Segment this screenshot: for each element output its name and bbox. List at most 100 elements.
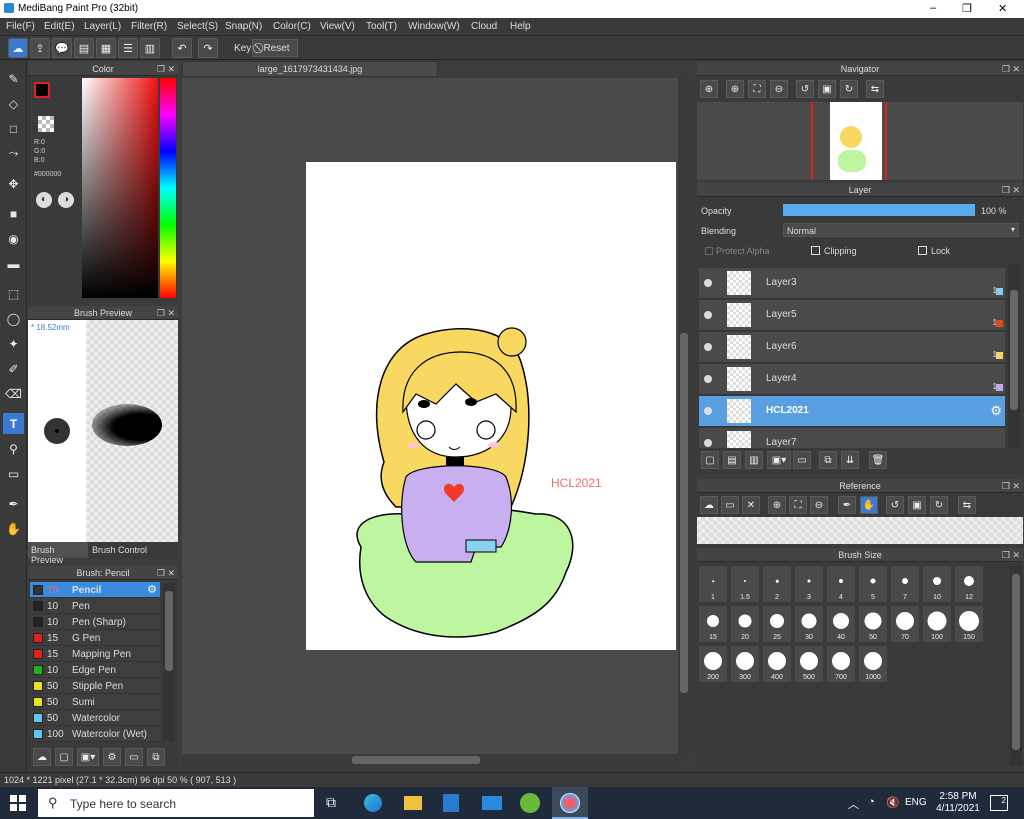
operation-tool-icon[interactable]: ⚲ bbox=[3, 438, 24, 459]
tab-brush-control[interactable]: Brush Control bbox=[92, 545, 147, 555]
brush-list-item[interactable]: 10 Pen bbox=[30, 598, 160, 614]
close-icon[interactable]: ✕ bbox=[742, 496, 760, 514]
palette-icon[interactable]: ◐ bbox=[36, 192, 52, 208]
brush-list-item[interactable]: 50 Sumi bbox=[30, 694, 160, 710]
add-brush-icon[interactable]: ▣▾ bbox=[77, 748, 99, 766]
move-tool-icon[interactable]: ✥ bbox=[3, 173, 24, 194]
brush-size-cell[interactable]: 3 bbox=[794, 565, 824, 603]
clock[interactable]: 2:58 PM 4/11/2021 bbox=[934, 791, 982, 815]
menu-file[interactable]: File(F) bbox=[6, 21, 35, 32]
volume-muted-icon[interactable]: 🔇 bbox=[886, 796, 900, 809]
canvas-paper[interactable]: HCL2021 bbox=[306, 162, 676, 650]
visibility-eye-icon[interactable] bbox=[704, 375, 712, 383]
menu-snap[interactable]: Snap(N) bbox=[225, 21, 262, 32]
duplicate-layer-icon[interactable]: ⧉ bbox=[819, 451, 837, 469]
open-folder-icon[interactable]: ▭ bbox=[721, 496, 739, 514]
zoom-in-icon[interactable]: ⊕ bbox=[700, 80, 718, 98]
eyedropper-icon[interactable]: ✒ bbox=[838, 496, 856, 514]
comment-icon[interactable]: ▤ bbox=[74, 38, 94, 58]
file-explorer-icon[interactable] bbox=[404, 796, 422, 810]
scroll-thumb[interactable] bbox=[352, 756, 480, 764]
maximize-button[interactable]: ❐ bbox=[962, 2, 972, 15]
network-icon[interactable]: ◔ bbox=[868, 796, 875, 808]
cloud-icon[interactable]: ☁ bbox=[700, 496, 718, 514]
hand-tool-icon[interactable]: ✋ bbox=[3, 518, 24, 539]
menu-edit[interactable]: Edit(E) bbox=[44, 21, 75, 32]
brush-size-cell[interactable]: 7 bbox=[890, 565, 920, 603]
edge-icon[interactable] bbox=[364, 794, 382, 812]
fit-icon[interactable]: ⛶ bbox=[748, 80, 766, 98]
brush-size-cell[interactable]: 30 bbox=[794, 605, 824, 643]
gear-icon[interactable]: ⚙ bbox=[990, 403, 1002, 419]
brush-list-scrollbar[interactable] bbox=[163, 583, 175, 741]
brush-settings-icon[interactable]: ⚙ bbox=[103, 748, 121, 766]
zoom-out-icon[interactable]: ⊖ bbox=[810, 496, 828, 514]
duplicate-icon[interactable]: ⧉ bbox=[147, 748, 165, 766]
brush-size-cell[interactable]: 150 bbox=[954, 605, 984, 643]
add-layer-menu-icon[interactable]: ▣▾ bbox=[767, 451, 791, 469]
layer-row[interactable]: HCL2021 ⚙ bbox=[699, 396, 1005, 427]
reset-view-icon[interactable]: ▣ bbox=[908, 496, 926, 514]
undo-icon[interactable]: ↶ bbox=[172, 38, 192, 58]
hue-slider[interactable] bbox=[160, 78, 176, 298]
menu-select[interactable]: Select(S) bbox=[177, 21, 218, 32]
menu-filter[interactable]: Filter(R) bbox=[131, 21, 167, 32]
gear-icon[interactable]: ⚙ bbox=[147, 583, 157, 596]
minimize-button[interactable]: – bbox=[930, 2, 936, 14]
document-tab[interactable]: large_1617973431434.jpg bbox=[182, 61, 438, 77]
panel-close-icon[interactable]: ❐ ✕ bbox=[157, 566, 175, 580]
menu-cloud[interactable]: Cloud bbox=[471, 21, 497, 32]
panel-close-icon[interactable]: ❐ ✕ bbox=[1002, 548, 1020, 562]
layer-row[interactable]: Layer5 1 bbox=[699, 300, 1005, 331]
menu-view[interactable]: View(V) bbox=[320, 21, 355, 32]
brush-size-cell[interactable]: 1.5 bbox=[730, 565, 760, 603]
mail-icon[interactable] bbox=[482, 796, 502, 810]
scroll-thumb[interactable] bbox=[165, 591, 173, 671]
close-button[interactable]: ✕ bbox=[998, 2, 1007, 15]
zoom-out-icon[interactable]: ⊖ bbox=[770, 80, 788, 98]
clipping-checkbox[interactable] bbox=[811, 246, 820, 255]
brush-size-cell[interactable]: 2 bbox=[762, 565, 792, 603]
lasso-tool-icon[interactable]: ◯ bbox=[3, 308, 24, 329]
brush-size-cell[interactable]: 40 bbox=[826, 605, 856, 643]
select-tool-icon[interactable]: ⬚ bbox=[3, 283, 24, 304]
visibility-eye-icon[interactable] bbox=[704, 439, 712, 447]
zoom-plus-icon[interactable]: ⊕ bbox=[726, 80, 744, 98]
rotate-right-icon[interactable]: ↻ bbox=[840, 80, 858, 98]
language-indicator[interactable]: ENG bbox=[905, 797, 927, 808]
new-brush-icon[interactable]: ▢ bbox=[55, 748, 73, 766]
brush-list-item[interactable]: 15 G Pen bbox=[30, 630, 160, 646]
brush-size-cell[interactable]: 15 bbox=[698, 605, 728, 643]
opacity-slider[interactable] bbox=[783, 204, 975, 216]
transparent-swatch[interactable] bbox=[38, 116, 54, 132]
menu-color[interactable]: Color(C) bbox=[273, 21, 311, 32]
flip-icon[interactable]: ⇆ bbox=[866, 80, 884, 98]
vertical-scrollbar[interactable] bbox=[678, 78, 690, 754]
brush-size-cell[interactable]: 700 bbox=[826, 645, 856, 683]
brush-size-cell[interactable]: 1000 bbox=[858, 645, 888, 683]
eraser-tool-icon[interactable]: ◇ bbox=[3, 93, 24, 114]
reset-view-icon[interactable]: ▣ bbox=[818, 80, 836, 98]
brush-size-cell[interactable]: 300 bbox=[730, 645, 760, 683]
zoom-in-icon[interactable]: ⊕ bbox=[768, 496, 786, 514]
taskbar-search-box[interactable]: ⚲ Type here to search bbox=[38, 789, 314, 817]
brush-size-cell[interactable]: 4 bbox=[826, 565, 856, 603]
brush-size-cell[interactable]: 50 bbox=[858, 605, 888, 643]
delete-layer-icon[interactable]: 🗑 bbox=[869, 451, 887, 469]
fill-rect-tool-icon[interactable]: ■ bbox=[3, 203, 24, 224]
task-view-icon[interactable]: ⧉ bbox=[326, 794, 336, 811]
rotate-left-icon[interactable]: ↺ bbox=[886, 496, 904, 514]
reference-canvas[interactable] bbox=[697, 517, 1023, 544]
scroll-thumb[interactable] bbox=[1010, 290, 1018, 410]
brush-size-cell[interactable]: 100 bbox=[922, 605, 952, 643]
rectangle-tool-icon[interactable]: □ bbox=[3, 118, 24, 139]
layer-row[interactable]: Layer7 bbox=[699, 428, 1005, 448]
redo-icon[interactable]: ↷ bbox=[198, 38, 218, 58]
visibility-eye-icon[interactable] bbox=[704, 279, 712, 287]
brush-size-cell[interactable]: 10 bbox=[922, 565, 952, 603]
brush-size-cell[interactable]: 400 bbox=[762, 645, 792, 683]
visibility-eye-icon[interactable] bbox=[704, 343, 712, 351]
upload-icon[interactable]: ⇪ bbox=[30, 38, 50, 58]
saturation-value-picker[interactable] bbox=[82, 78, 158, 298]
rotate-right-icon[interactable]: ↻ bbox=[930, 496, 948, 514]
